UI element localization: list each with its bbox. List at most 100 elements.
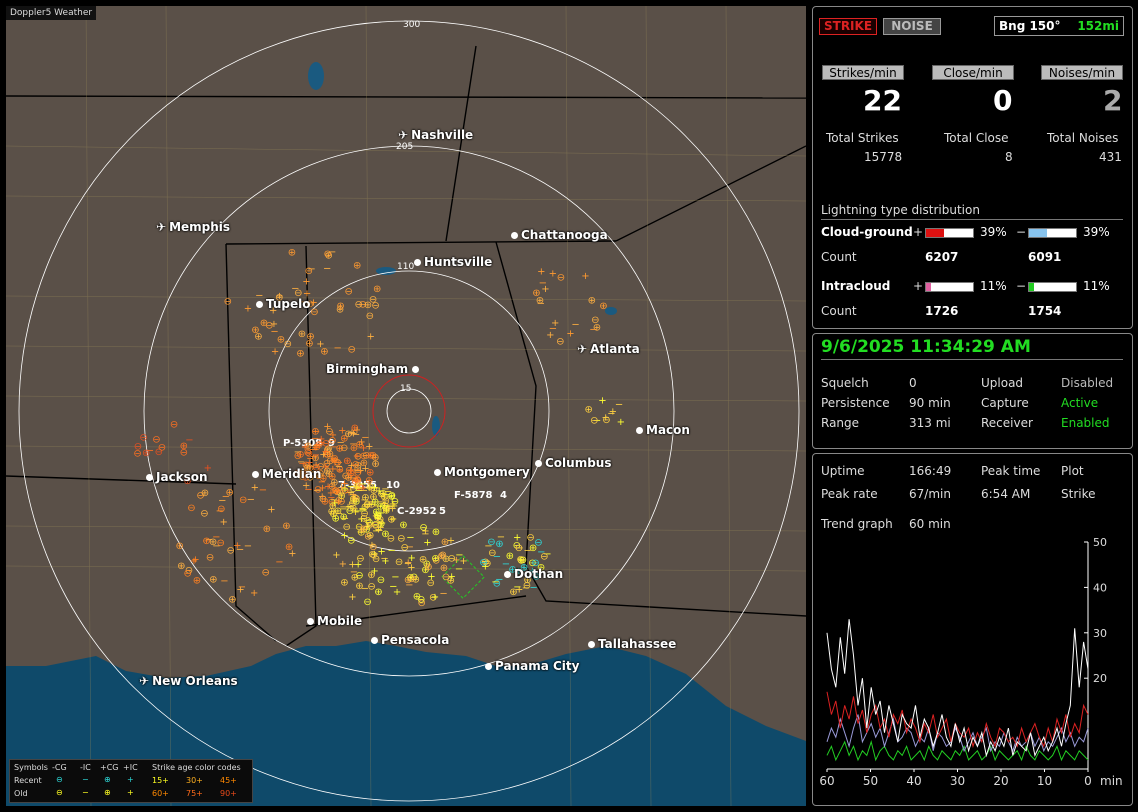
strike-marker: − bbox=[275, 557, 283, 568]
strike-marker: ⊕ bbox=[305, 338, 313, 349]
ic-plus-sign: + bbox=[913, 279, 924, 293]
receiver-label: Receiver bbox=[981, 416, 1033, 430]
city-dot-icon bbox=[252, 471, 259, 478]
strike-marker: ⊕ bbox=[353, 261, 361, 272]
strike-marker: + bbox=[549, 269, 557, 280]
ring-label-300: 300 bbox=[403, 20, 420, 30]
persistence-value: 90 min bbox=[909, 396, 951, 410]
close-per-min-button[interactable]: Close/min bbox=[932, 65, 1014, 80]
strike-marker: ⊖ bbox=[139, 433, 147, 444]
strike-marker: ⊕ bbox=[142, 448, 150, 459]
airport-icon: ✈ bbox=[577, 342, 588, 356]
total-strikes-value: 15778 bbox=[864, 150, 903, 164]
strike-marker: ⊕ bbox=[260, 318, 268, 329]
strike-marker: ⊕ bbox=[263, 524, 271, 535]
strikes-per-min-button[interactable]: Strikes/min bbox=[822, 65, 904, 80]
strike-marker: ⊖ bbox=[356, 554, 364, 565]
y-tick-label: 50 bbox=[1093, 536, 1107, 549]
range-value: 313 mi bbox=[909, 416, 951, 430]
range-label: Range bbox=[821, 416, 860, 430]
strike-marker: − bbox=[259, 485, 267, 496]
strike-marker: + bbox=[340, 530, 348, 541]
strike-marker: − bbox=[247, 495, 255, 506]
strike-marker: ⊕ bbox=[367, 570, 375, 581]
city-dot-icon bbox=[307, 618, 314, 625]
strike-marker: ⊖ bbox=[515, 543, 523, 554]
receiver-value[interactable]: Enabled bbox=[1061, 416, 1110, 430]
strike-marker: + bbox=[431, 592, 439, 603]
strike-marker: ⊕ bbox=[366, 468, 374, 479]
x-tick-label: 10 bbox=[1037, 774, 1052, 788]
strike-marker: + bbox=[220, 517, 228, 528]
strike-marker: ⊕ bbox=[509, 587, 517, 598]
strike-marker: ⊕ bbox=[226, 488, 234, 499]
strike-marker: + bbox=[448, 572, 456, 583]
strike-button[interactable]: STRIKE bbox=[819, 18, 877, 35]
city-montgomery: Montgomery bbox=[434, 465, 530, 479]
strike-marker: ⊖ bbox=[427, 578, 435, 589]
city-label: Columbus bbox=[545, 456, 612, 470]
capture-value[interactable]: Active bbox=[1061, 396, 1098, 410]
city-dot-icon bbox=[146, 474, 153, 481]
strike-marker: ⊖ bbox=[133, 448, 141, 459]
strike-marker: − bbox=[351, 504, 359, 515]
strike-marker: ⊕ bbox=[340, 577, 348, 588]
ic-negative-count: 1754 bbox=[1028, 304, 1062, 318]
strike-marker: ⊕ bbox=[311, 427, 319, 438]
strike-marker: − bbox=[335, 509, 343, 520]
strike-marker: ⊖ bbox=[369, 295, 377, 306]
strike-marker: ⊖ bbox=[479, 558, 487, 569]
strike-marker: + bbox=[357, 437, 365, 448]
strike-marker: + bbox=[316, 339, 324, 350]
strike-marker: ⊖ bbox=[224, 297, 232, 308]
strike-marker: − bbox=[334, 343, 342, 354]
cg-minus-sign: − bbox=[1016, 225, 1027, 239]
strike-marker: − bbox=[238, 582, 246, 593]
cg-negative-percent: 39% bbox=[1083, 225, 1110, 239]
strike-marker: ⊖ bbox=[345, 287, 353, 298]
upload-label: Upload bbox=[981, 376, 1024, 390]
lightning-map[interactable]: 300 205 110 15 P-5308 9 7-3055 10 F-5878… bbox=[6, 6, 806, 806]
age-code-15: 15+ bbox=[152, 776, 169, 785]
strike-marker: ⊖ bbox=[305, 266, 313, 277]
strike-marker: ⊖ bbox=[407, 574, 415, 585]
status-divider bbox=[821, 359, 1123, 360]
city-chattanooga: Chattanooga bbox=[511, 228, 608, 242]
upload-value[interactable]: Disabled bbox=[1061, 376, 1113, 390]
squelch-value: 0 bbox=[909, 376, 917, 390]
noise-button[interactable]: NOISE bbox=[883, 18, 941, 35]
city-label: Memphis bbox=[169, 220, 231, 234]
city-label: Tallahassee bbox=[598, 637, 677, 651]
strike-marker: ⊕ bbox=[201, 488, 209, 499]
city-columbus: Columbus bbox=[535, 456, 612, 470]
city-tallahassee: Tallahassee bbox=[588, 637, 676, 651]
strike-marker: + bbox=[353, 425, 361, 436]
recent-ic-plus-icon: + bbox=[127, 775, 134, 784]
strike-marker: ⊕ bbox=[202, 536, 210, 547]
city-atlanta: ✈ Atlanta bbox=[577, 342, 640, 356]
city-label: Montgomery bbox=[444, 465, 530, 479]
strike-marker: − bbox=[375, 526, 383, 537]
strike-marker: ⊕ bbox=[336, 301, 344, 312]
city-memphis: ✈ Memphis bbox=[156, 220, 230, 234]
city-label: Mobile bbox=[317, 614, 363, 628]
strike-marker: ⊖ bbox=[180, 448, 188, 459]
trend-chart: 50 40 30 20 60 50 40 30 20 10 0 min bbox=[819, 536, 1122, 788]
trend-graph-value[interactable]: 60 min bbox=[909, 517, 951, 531]
noises-per-min-button[interactable]: Noises/min bbox=[1041, 65, 1123, 80]
strike-marker: + bbox=[302, 481, 310, 492]
plot-value[interactable]: Strike bbox=[1061, 487, 1096, 501]
city-new-orleans: ✈ New Orleans bbox=[139, 674, 238, 688]
strike-marker: − bbox=[244, 541, 252, 552]
city-label: Jackson bbox=[156, 470, 208, 484]
intracloud-label: Intracloud bbox=[821, 279, 891, 293]
age-code-60: 60+ bbox=[152, 789, 169, 798]
strike-marker: ⊕ bbox=[193, 575, 201, 586]
strike-marker: ⊖ bbox=[217, 504, 225, 515]
old-ic-plus-icon: + bbox=[127, 788, 134, 797]
strike-marker: + bbox=[332, 550, 340, 561]
age-code-45: 45+ bbox=[220, 776, 237, 785]
map-canvas[interactable]: 300 205 110 15 P-5308 9 7-3055 10 F-5878… bbox=[6, 6, 806, 806]
strike-marker: ⊕ bbox=[285, 542, 293, 553]
strike-marker: + bbox=[322, 447, 330, 458]
